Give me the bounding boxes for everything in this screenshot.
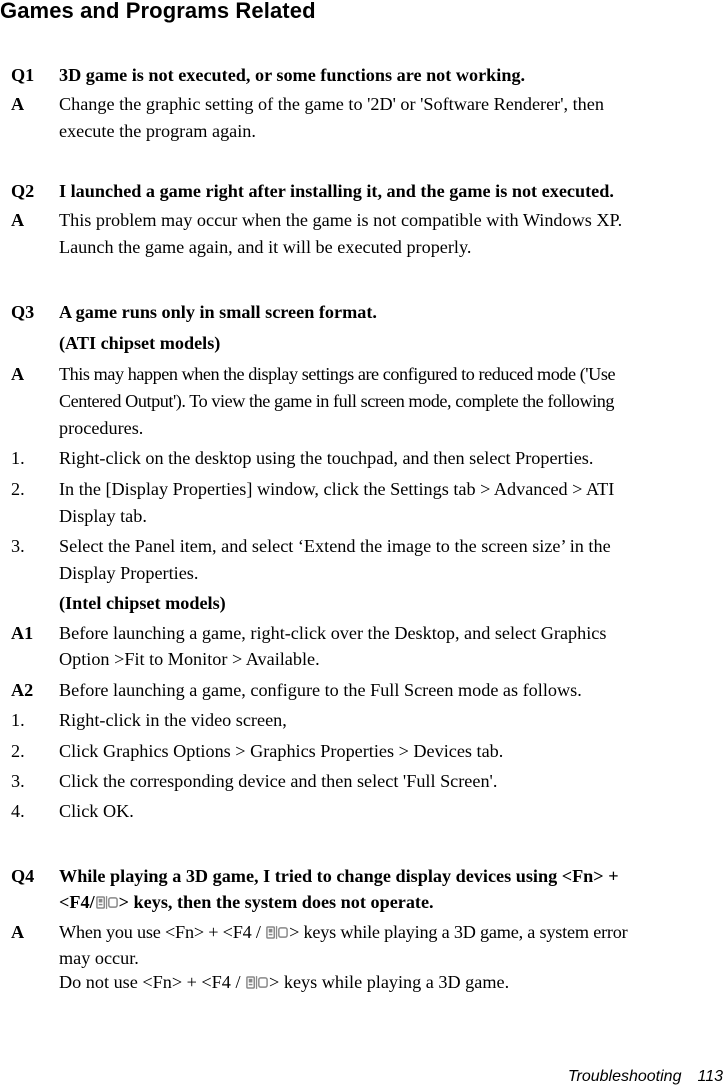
display-switch-icon <box>96 895 118 910</box>
subheading: (Intel chipset models) <box>59 593 226 613</box>
step-number: 3. <box>11 536 25 556</box>
text-fragment: When you use <Fn> + <F4 / <box>59 922 266 942</box>
question-text: <F4/ > keys, then the system does not ope… <box>59 889 727 916</box>
question-text: 3D game is not executed, or some functio… <box>59 65 526 85</box>
answer-text: may occur. <box>59 948 139 968</box>
answer-text: Option >Fit to Monitor > Available. <box>59 649 320 669</box>
step-number: 2. <box>11 479 25 499</box>
answer-text: Launch the game again, and it will be ex… <box>59 237 472 257</box>
answer-label: A <box>11 94 25 114</box>
answer-label: A <box>11 922 25 942</box>
subheading: (ATI chipset models) <box>59 333 221 353</box>
page-number: 113 <box>697 1068 723 1085</box>
step-text: Right-click on the desktop using the tou… <box>59 448 594 468</box>
step-text: Right-click in the video screen, <box>59 710 287 730</box>
step-number: 1. <box>11 710 25 730</box>
answer-text: Do not use <Fn> + <F4 / > keys while pla… <box>59 969 727 996</box>
answer-label: A <box>11 364 25 384</box>
text-fragment: > keys, then the system does not operate… <box>118 892 434 912</box>
answer-text: This may happen when the display setting… <box>59 364 616 384</box>
page-title: Games and Programs Related <box>0 0 316 23</box>
text-fragment: <F4/ <box>59 892 95 912</box>
step-text: Display Properties. <box>59 563 199 583</box>
question-label: Q1 <box>11 65 35 85</box>
display-switch-icon <box>246 975 268 990</box>
step-text: Click Graphics Options > Graphics Proper… <box>59 741 504 761</box>
question-text: I launched a game right after installing… <box>59 181 614 201</box>
step-number: 2. <box>11 741 25 761</box>
answer-text: Change the graphic setting of the game t… <box>59 94 604 114</box>
text-fragment: > keys while playing a 3D game, a system… <box>289 922 628 942</box>
display-switch-icon <box>266 925 288 940</box>
step-text: Click the corresponding device and then … <box>59 771 498 791</box>
answer-text: procedures. <box>59 418 144 438</box>
question-text: While playing a 3D game, I tried to chan… <box>59 866 619 886</box>
step-text: Display tab. <box>59 506 147 526</box>
answer-label: A2 <box>11 680 34 700</box>
step-number: 1. <box>11 448 25 468</box>
answer-label: A <box>11 210 25 230</box>
question-text: A game runs only in small screen format. <box>59 302 377 322</box>
text-fragment: > keys while playing a 3D game. <box>269 972 510 992</box>
question-label: Q3 <box>11 302 35 322</box>
answer-text: This problem may occur when the game is … <box>59 210 623 230</box>
question-label: Q2 <box>11 181 35 201</box>
answer-text: Before launching a game, configure to th… <box>59 680 582 700</box>
step-number: 4. <box>11 801 25 821</box>
text-fragment: Do not use <Fn> + <F4 / <box>59 972 246 992</box>
step-text: Select the Panel item, and select ‘Exten… <box>59 536 611 556</box>
page-footer: Troubleshooting 113 <box>568 1068 723 1086</box>
step-number: 3. <box>11 771 25 791</box>
footer-section: Troubleshooting <box>567 1068 682 1085</box>
answer-text: Centered Output'). To view the game in f… <box>59 391 615 411</box>
answer-label: A1 <box>11 623 34 643</box>
answer-text: Before launching a game, right-click ove… <box>59 623 607 643</box>
step-text: Click OK. <box>59 801 134 821</box>
step-text: In the [Display Properties] window, clic… <box>59 479 615 499</box>
answer-text: execute the program again. <box>59 121 256 141</box>
question-label: Q4 <box>11 866 35 886</box>
answer-text: When you use <Fn> + <F4 / > keys while p… <box>59 919 727 946</box>
